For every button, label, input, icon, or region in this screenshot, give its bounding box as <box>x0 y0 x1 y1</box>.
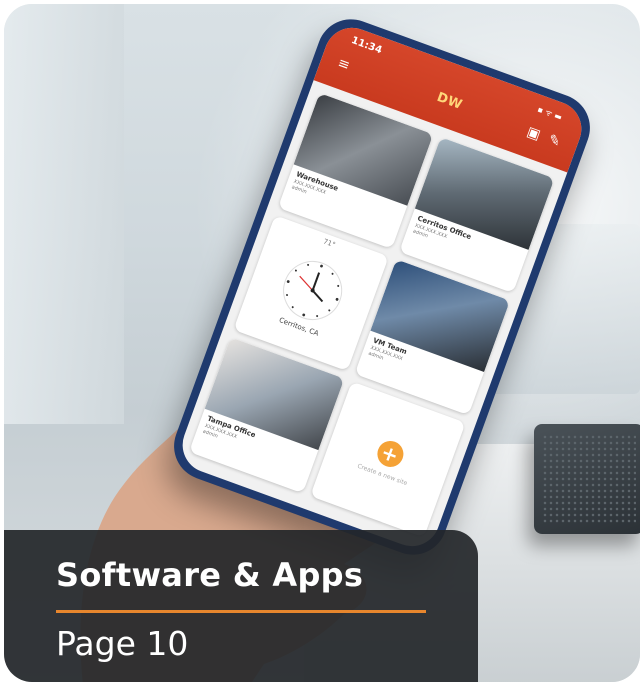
status-time: 11:34 <box>349 35 384 57</box>
section-title: Software & Apps <box>56 556 364 594</box>
app-logo: DW <box>434 89 465 113</box>
status-icons: ▪︎ ᯤ ▬ <box>536 104 564 122</box>
layout-icon[interactable]: ▣ <box>522 122 545 145</box>
add-site-label: Create a new site <box>356 462 409 487</box>
title-divider <box>56 610 426 613</box>
router-device <box>534 424 640 534</box>
menu-icon[interactable]: ≡ <box>332 53 355 76</box>
edit-icon[interactable]: ✎ <box>543 130 566 153</box>
page-number: Page 10 <box>56 624 189 663</box>
section-banner: Software & Apps Page 10 <box>4 530 478 682</box>
plus-icon[interactable]: + <box>373 436 407 470</box>
